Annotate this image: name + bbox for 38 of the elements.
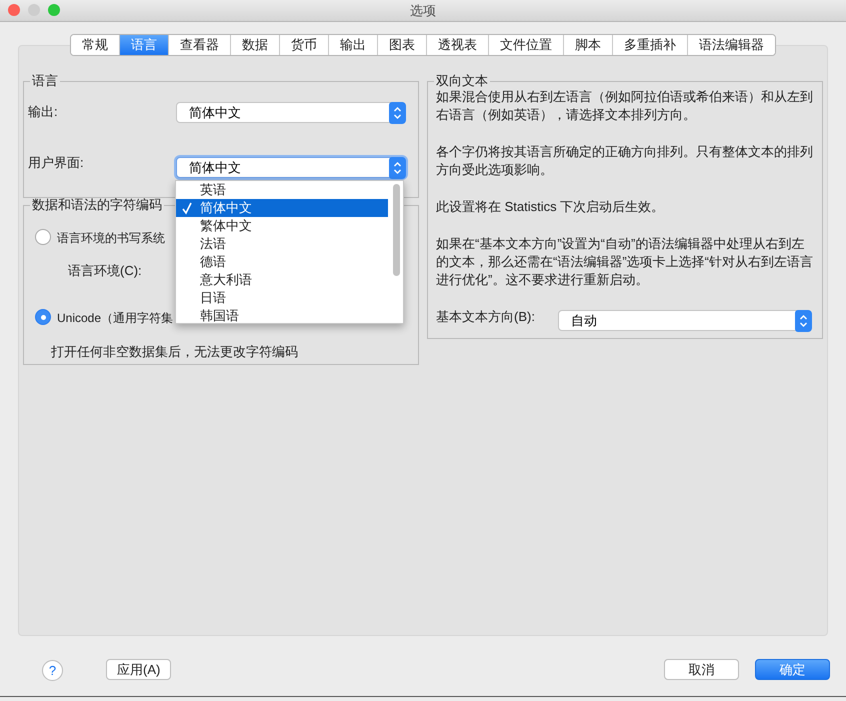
stepper-icon [389, 102, 406, 124]
menu-item[interactable]: 德语 [176, 253, 388, 271]
paragraph: 各个字仍将按其语言所确定的正确方向排列。只有整体文本的排列方向受此选项影响。 [436, 143, 814, 179]
group-title: 数据和语法的字符编码 [31, 198, 163, 212]
dropdown[interactable]: 简体中文 [176, 102, 406, 123]
dropdown[interactable]: 自动 [558, 310, 812, 331]
radio-button[interactable] [35, 309, 51, 325]
group-title: 双向文本 [435, 74, 489, 88]
cancel-button[interactable]: 取消 [664, 659, 739, 680]
tab[interactable]: 语法编辑器 [687, 35, 775, 55]
paragraph: 此设置将在 Statistics 下次启动后生效。 [436, 198, 666, 216]
zoom-icon[interactable] [48, 4, 60, 16]
radio-button[interactable] [35, 229, 51, 245]
menu-item[interactable]: 繁体中文 [176, 217, 388, 235]
note-text: 打开任何非空数据集后，无法更改字符编码 [51, 343, 298, 361]
field-label: 语言环境(C): [68, 262, 142, 280]
dropdown[interactable]: 简体中文 [176, 157, 406, 178]
menu-item[interactable]: 法语 [176, 235, 388, 253]
help-button[interactable]: ? [42, 660, 63, 681]
field-label: 输出: [28, 103, 58, 121]
menu-item[interactable]: 简体中文 [176, 199, 388, 217]
radio-label: 语言环境的书写系统 [57, 230, 165, 247]
apply-button[interactable]: 应用(A) [106, 659, 172, 680]
scrollbar[interactable] [393, 184, 400, 276]
minimize-icon[interactable] [28, 4, 40, 16]
window-title: 选项 [410, 2, 436, 20]
paragraph: 如果在“基本文本方向”设置为“自动”的语法编辑器中处理从右到左的文本，那么还需在“语法编辑器”选项卡上选择“针对从右到左语言进行优化”。这不要求进行重新启动。 [436, 235, 814, 289]
radio-label: Unicode（通用字符集 [57, 310, 174, 327]
menu-item[interactable]: 意大利语 [176, 271, 388, 289]
stepper-icon [795, 310, 812, 332]
group-title: 语言 [31, 74, 59, 88]
field-label: 基本文本方向(B): [436, 308, 535, 326]
paragraph: 如果混合使用从右到左语言（例如阿拉伯语或希伯来语）和从左到右语言（例如英语），请选择文本排列方向。 [436, 88, 814, 124]
menu-item[interactable]: 日语 [176, 289, 388, 307]
close-icon[interactable] [8, 4, 20, 16]
field-label: 用户界面: [28, 154, 84, 172]
menu-item[interactable]: 英语 [176, 181, 388, 199]
menu-item[interactable]: 韩国语 [176, 307, 388, 323]
